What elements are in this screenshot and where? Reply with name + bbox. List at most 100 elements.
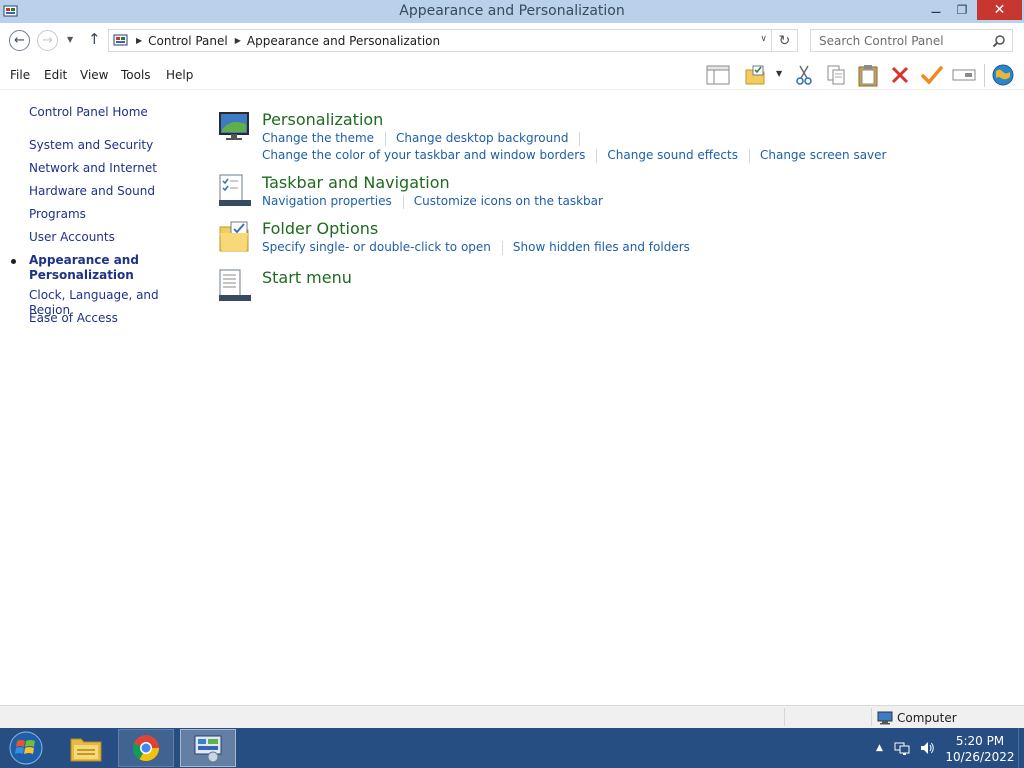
windows-start-icon — [9, 731, 43, 765]
search-icon[interactable] — [992, 34, 1006, 48]
menu-file[interactable]: File — [10, 68, 30, 82]
breadcrumb-control-panel[interactable]: Control Panel — [148, 34, 228, 48]
paste-icon — [858, 65, 878, 87]
menu-edit[interactable]: Edit — [44, 68, 67, 82]
category-start-menu-title[interactable]: Start menu — [262, 268, 352, 287]
nav-appearance-current[interactable]: Appearance and Personalization — [0, 253, 200, 285]
taskbar-chrome[interactable] — [118, 729, 174, 767]
back-button[interactable]: ← — [9, 30, 30, 51]
link-separator — [579, 132, 581, 146]
volume-icon[interactable] — [919, 740, 935, 756]
breadcrumb-chevron-icon[interactable]: ▶ — [235, 36, 241, 45]
paste-button[interactable] — [855, 63, 881, 87]
nav-network-and-internet[interactable]: Network and Internet — [29, 161, 157, 176]
link-change-screen-saver[interactable]: Change screen saver — [760, 148, 887, 163]
link-single-double-click[interactable]: Specify single- or double-click to open — [262, 240, 491, 255]
nav-ease-of-access[interactable]: Ease of Access — [29, 311, 118, 326]
address-bar[interactable]: ▶ Control Panel ▶ Appearance and Persona… — [108, 29, 772, 52]
minimize-button[interactable]: — — [923, 0, 949, 20]
nav-control-panel-home[interactable]: Control Panel Home — [29, 105, 148, 120]
left-navigation-pane: Control Panel Home System and Security N… — [0, 90, 200, 702]
search-box[interactable] — [810, 29, 1013, 52]
forward-button[interactable]: → — [37, 30, 58, 51]
personalization-links-row2: Change the color of your taskbar and win… — [262, 148, 886, 163]
internet-options-button[interactable] — [990, 63, 1016, 87]
folder-check-icon — [745, 65, 765, 85]
nav-appearance-label-line1: Appearance and — [29, 253, 139, 267]
menu-help[interactable]: Help — [166, 68, 193, 82]
taskbar-file-explorer[interactable] — [58, 729, 114, 767]
cut-icon — [796, 65, 812, 85]
rename-button[interactable] — [951, 63, 977, 87]
nav-system-and-security[interactable]: System and Security — [29, 138, 153, 153]
chrome-icon — [132, 735, 160, 762]
address-dropdown-icon[interactable]: ∨ — [760, 34, 767, 44]
preview-pane-button[interactable] — [705, 63, 731, 87]
nav-programs[interactable]: Programs — [29, 207, 86, 222]
link-separator — [402, 195, 404, 209]
start-button[interactable] — [6, 730, 46, 766]
link-change-theme[interactable]: Change the theme — [262, 131, 374, 146]
link-change-taskbar-color[interactable]: Change the color of your taskbar and win… — [262, 148, 585, 163]
status-divider — [784, 708, 785, 726]
show-desktop-button[interactable] — [1018, 728, 1024, 768]
properties-button[interactable] — [919, 63, 945, 87]
rename-icon — [952, 69, 976, 81]
restore-button[interactable]: ❐ — [949, 0, 975, 20]
status-location: Computer — [897, 711, 957, 725]
link-show-hidden-files[interactable]: Show hidden files and folders — [513, 240, 690, 255]
preview-pane-icon — [706, 65, 730, 85]
status-bar: Computer — [0, 705, 1024, 728]
personalization-links-row1: Change the theme Change desktop backgrou… — [262, 131, 590, 146]
nav-hardware-and-sound[interactable]: Hardware and Sound — [29, 184, 155, 199]
close-button[interactable]: ✕ — [977, 0, 1022, 20]
taskbar-control-panel[interactable] — [180, 729, 236, 767]
breadcrumb-chevron-icon[interactable]: ▶ — [136, 36, 142, 45]
nav-user-accounts[interactable]: User Accounts — [29, 230, 115, 245]
recent-locations-dropdown[interactable]: ▼ — [67, 35, 73, 44]
close-icon: ✕ — [993, 2, 1006, 18]
globe-icon — [992, 64, 1014, 86]
folder-options-icon[interactable] — [218, 219, 252, 253]
search-input[interactable] — [811, 30, 981, 51]
link-change-desktop-background[interactable]: Change desktop background — [396, 131, 568, 146]
link-change-sound-effects[interactable]: Change sound effects — [607, 148, 738, 163]
control-panel-icon — [113, 34, 128, 45]
category-personalization-title[interactable]: Personalization — [262, 110, 383, 129]
copy-button[interactable] — [823, 63, 849, 87]
cut-button[interactable] — [791, 63, 817, 87]
start-menu-icon[interactable] — [218, 268, 252, 302]
status-divider — [871, 708, 872, 726]
clock[interactable]: 5:20 PM 10/26/2022 — [942, 733, 1018, 765]
refresh-icon: ↻ — [778, 32, 791, 49]
minimize-icon: — — [931, 6, 941, 18]
file-explorer-icon — [70, 738, 102, 762]
link-separator — [596, 149, 598, 163]
toolbar-divider — [984, 64, 985, 87]
restore-icon: ❐ — [956, 3, 968, 17]
link-separator — [385, 132, 387, 146]
link-customize-taskbar-icons[interactable]: Customize icons on the taskbar — [414, 194, 603, 209]
menu-tools[interactable]: Tools — [121, 68, 151, 82]
folder-properties-dropdown-icon[interactable]: ▼ — [776, 69, 782, 78]
network-icon[interactable] — [894, 740, 910, 756]
category-folder-options-title[interactable]: Folder Options — [262, 219, 378, 238]
taskbar-navigation-icon[interactable] — [218, 173, 252, 207]
category-taskbar-navigation-title[interactable]: Taskbar and Navigation — [262, 173, 450, 192]
menu-view[interactable]: View — [80, 68, 108, 82]
link-navigation-properties[interactable]: Navigation properties — [262, 194, 392, 209]
folder-options-links-row: Specify single- or double-click to open … — [262, 240, 690, 255]
clock-date: 10/26/2022 — [945, 750, 1015, 764]
delete-button[interactable] — [887, 63, 913, 87]
nav-appearance-label-line2: Personalization — [29, 268, 134, 282]
folder-properties-button[interactable] — [743, 63, 769, 87]
delete-icon — [891, 66, 909, 84]
current-item-bullet-icon — [11, 259, 16, 264]
title-bar: Appearance and Personalization — ❐ ✕ — [0, 0, 1024, 23]
up-button[interactable]: ↑ — [88, 30, 101, 48]
up-arrow-icon: ↑ — [88, 30, 101, 48]
show-hidden-icons-icon[interactable]: ▲ — [876, 743, 883, 753]
breadcrumb-appearance[interactable]: Appearance and Personalization — [247, 34, 440, 48]
refresh-button[interactable]: ↻ — [772, 29, 798, 52]
personalization-icon[interactable] — [218, 110, 252, 144]
